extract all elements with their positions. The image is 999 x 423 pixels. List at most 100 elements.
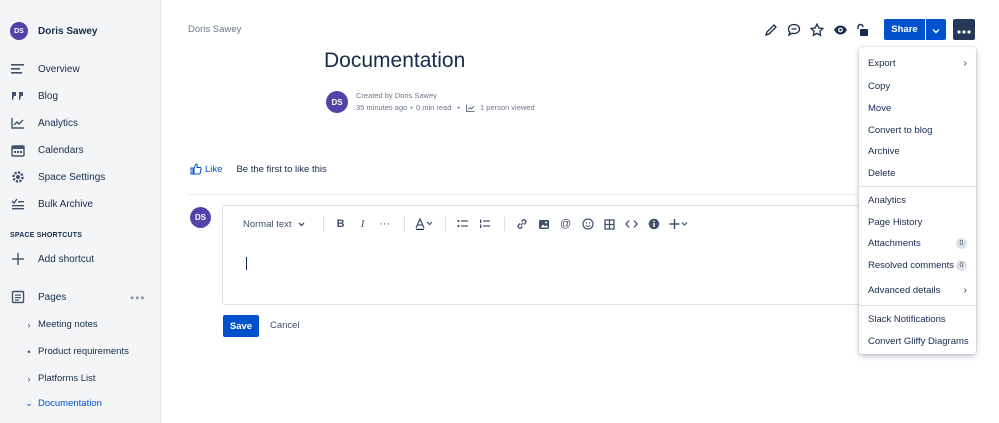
- space-avatar: DS: [10, 22, 28, 40]
- sidebar-item-bulk-archive[interactable]: Bulk Archive: [10, 196, 93, 212]
- pages-more-icon[interactable]: •••: [130, 291, 146, 305]
- add-shortcut-label: Add shortcut: [38, 253, 95, 265]
- menu-item-label: Convert to blog: [868, 124, 933, 136]
- sidebar-item-label: Blog: [38, 90, 59, 102]
- gear-icon: [10, 169, 26, 185]
- sidebar-item-label: Analytics: [38, 117, 79, 129]
- chevron-right-icon[interactable]: ›: [24, 374, 34, 384]
- menu-item-label: Slack Notifications: [868, 313, 946, 325]
- code-icon[interactable]: [625, 219, 639, 229]
- read-time: 0 min read: [415, 103, 452, 112]
- bullet-icon: •: [27, 346, 31, 357]
- checklist-icon: [10, 196, 26, 212]
- restrictions-lock-icon[interactable]: [854, 21, 872, 39]
- quote-icon: [10, 88, 26, 104]
- share-dropdown-button[interactable]: [926, 19, 946, 40]
- menu-item-label: Attachments: [868, 237, 921, 249]
- add-shortcut-button[interactable]: Add shortcut: [10, 251, 94, 267]
- mention-icon[interactable]: @: [559, 218, 573, 230]
- menu-item-resolved-comments[interactable]: Resolved comments 0: [859, 255, 976, 275]
- menu-item-move[interactable]: Move: [859, 98, 976, 118]
- image-icon[interactable]: [537, 219, 551, 230]
- info-panel-icon[interactable]: [647, 218, 661, 230]
- space-shortcuts-label: SPACE SHORTCUTS: [10, 232, 83, 239]
- breadcrumb[interactable]: Doris Sawey: [188, 24, 241, 35]
- sidebar-item-label: Calendars: [38, 144, 84, 156]
- resolved-comments-count: 0: [956, 259, 967, 271]
- more-dots-icon: [957, 21, 971, 39]
- numbered-list-icon[interactable]: [478, 219, 492, 229]
- like-button[interactable]: Like: [190, 163, 222, 175]
- link-icon[interactable]: [515, 218, 529, 230]
- menu-item-archive[interactable]: Archive: [859, 141, 976, 161]
- tree-item-product-requirements[interactable]: • Product requirements: [24, 346, 129, 357]
- menu-item-label: Convert Gliffy Diagrams: [868, 335, 969, 347]
- like-label: Like: [205, 163, 223, 175]
- tree-item-meeting-notes[interactable]: › Meeting notes: [24, 319, 98, 330]
- tree-item-label: Product requirements: [38, 346, 129, 357]
- separator-dot: •: [457, 103, 461, 112]
- like-message: Be the first to like this: [236, 163, 327, 175]
- menu-item-analytics[interactable]: Analytics: [859, 190, 976, 210]
- chevron-down-icon: [932, 21, 940, 39]
- chevron-down-icon[interactable]: ⌄: [24, 398, 34, 409]
- menu-separator: [859, 305, 976, 306]
- bold-icon[interactable]: B: [334, 218, 348, 230]
- menu-item-slack-notifications[interactable]: Slack Notifications: [859, 309, 976, 329]
- thumbs-up-icon: [190, 163, 202, 175]
- viewed-count[interactable]: 1 person viewed: [480, 102, 535, 114]
- author-avatar[interactable]: DS: [326, 91, 348, 113]
- cancel-button[interactable]: Cancel: [270, 320, 300, 331]
- table-icon[interactable]: [603, 218, 617, 230]
- menu-item-label: Copy: [868, 80, 891, 92]
- menu-item-convert-to-blog[interactable]: Convert to blog: [859, 120, 976, 140]
- text-color-icon[interactable]: [414, 218, 433, 230]
- watch-eye-icon[interactable]: [831, 21, 849, 39]
- menu-item-delete[interactable]: Delete: [859, 163, 976, 183]
- more-formatting-icon[interactable]: ···: [378, 218, 392, 230]
- star-icon[interactable]: [808, 21, 826, 39]
- tree-item-label: Documentation: [38, 398, 102, 409]
- overview-icon: [10, 61, 26, 77]
- save-button[interactable]: Save: [223, 315, 259, 337]
- text-style-dropdown[interactable]: Normal text: [243, 219, 305, 230]
- menu-item-copy[interactable]: Copy: [859, 76, 976, 96]
- sidebar-item-overview[interactable]: Overview: [10, 61, 80, 77]
- bullet-list-icon[interactable]: [456, 219, 470, 229]
- menu-separator: [859, 186, 976, 187]
- separator-dot: •: [410, 103, 413, 112]
- sidebar-item-blog[interactable]: Blog: [10, 88, 58, 104]
- sidebar-item-calendars[interactable]: Calendars: [10, 142, 84, 158]
- toolbar-separator: [503, 217, 505, 231]
- sidebar-item-analytics[interactable]: Analytics: [10, 115, 78, 131]
- italic-icon[interactable]: I: [356, 218, 370, 230]
- chevron-right-icon: ›: [963, 57, 967, 69]
- space-header[interactable]: DS Doris Sawey: [10, 22, 97, 40]
- sidebar-item-label: Bulk Archive: [38, 198, 94, 210]
- tree-item-documentation[interactable]: ⌄ Documentation: [24, 398, 102, 409]
- page-toolbar: [762, 21, 877, 39]
- menu-item-page-history[interactable]: Page History: [859, 212, 976, 232]
- menu-item-label: Advanced details: [868, 284, 941, 296]
- edit-pencil-icon[interactable]: [762, 21, 780, 39]
- comment-icon[interactable]: [785, 21, 803, 39]
- more-actions-menu: Export › Copy Move Convert to blog Archi…: [859, 47, 976, 354]
- sidebar-item-pages[interactable]: Pages: [10, 289, 66, 305]
- chevron-right-icon[interactable]: ›: [24, 320, 34, 330]
- insert-plus-icon[interactable]: [669, 218, 689, 230]
- share-button[interactable]: Share: [884, 19, 925, 40]
- sidebar-item-label: Overview: [38, 63, 80, 75]
- tree-item-platforms-list[interactable]: › Platforms List: [24, 373, 96, 384]
- menu-item-advanced-details[interactable]: Advanced details ›: [859, 280, 976, 300]
- menu-item-attachments[interactable]: Attachments 0: [859, 233, 976, 253]
- more-actions-button[interactable]: [953, 19, 975, 40]
- emoji-icon[interactable]: [581, 218, 595, 230]
- menu-item-convert-gliffy-diagrams[interactable]: Convert Gliffy Diagrams: [859, 331, 976, 351]
- comment-editor[interactable]: Normal text B I ··· @: [222, 205, 872, 305]
- menu-item-export[interactable]: Export ›: [859, 53, 976, 73]
- tree-item-label: Meeting notes: [38, 319, 98, 330]
- sidebar-item-space-settings[interactable]: Space Settings: [10, 169, 105, 185]
- created-by: Created by Doris Sawey: [356, 91, 437, 100]
- menu-item-label: Resolved comments: [868, 259, 955, 271]
- calendar-icon: [10, 142, 26, 158]
